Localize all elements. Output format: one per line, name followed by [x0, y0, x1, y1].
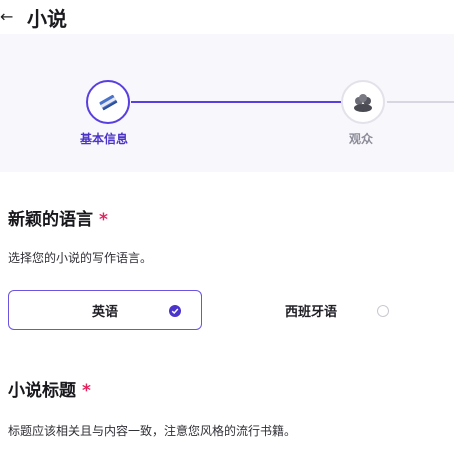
stepper-panel: 基本信息 观众 [0, 34, 454, 172]
page-title: 小说 [27, 7, 67, 31]
required-asterisk: * [82, 381, 91, 401]
crowd-icon [354, 94, 372, 112]
step-progress-line-inactive [387, 101, 454, 103]
book-icon [99, 94, 118, 111]
language-option-spanish[interactable]: 西班牙语 [214, 290, 408, 330]
required-asterisk: * [99, 210, 108, 230]
novel-title-text: 小说标题 [8, 381, 76, 401]
check-icon [169, 305, 181, 317]
language-title-text: 新颖的语言 [8, 210, 93, 230]
back-arrow-icon[interactable]: ← [0, 9, 13, 25]
step-label-audience[interactable]: 观众 [349, 130, 373, 147]
option-label: 西班牙语 [284, 304, 337, 320]
language-option-english[interactable]: 英语 [8, 290, 202, 330]
option-label: 英语 [91, 304, 118, 320]
language-helper-text: 选择您的小说的写作语言。 [8, 251, 153, 265]
novel-title-helper-text: 标题应该相关且与内容一致，注意您风格的流行书籍。 [8, 424, 297, 438]
step-label-basic-info[interactable]: 基本信息 [80, 130, 128, 147]
step-basic-info[interactable] [86, 80, 130, 124]
app-header: ← 小说 [0, 0, 454, 34]
step-progress-line-active [131, 101, 341, 103]
novel-title-section-title: 小说标题 * [8, 376, 91, 401]
step-audience[interactable] [341, 80, 385, 124]
radio-unchecked-icon[interactable] [377, 305, 389, 317]
language-section-title: 新颖的语言 * [8, 205, 108, 230]
